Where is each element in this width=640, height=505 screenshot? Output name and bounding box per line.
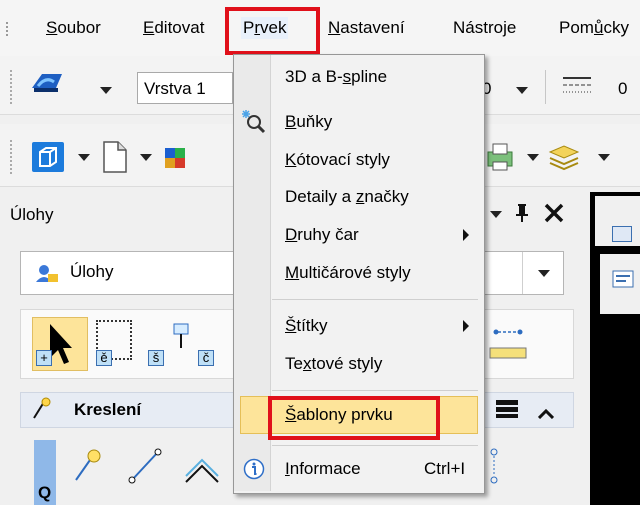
vertical-tab-letter: Q: [38, 483, 52, 502]
view-window-icon: [612, 226, 632, 242]
tasks-combo-value: Úlohy: [70, 262, 114, 281]
menu-pomucky[interactable]: Pomůcky: [557, 17, 631, 39]
line-tool-icon[interactable]: [128, 446, 164, 486]
chevron-down-icon[interactable]: [538, 270, 550, 277]
menu-item-3d-bspline[interactable]: 3D a B-spline: [285, 63, 387, 91]
menu-item-textove-styly[interactable]: Textové styly: [285, 350, 382, 378]
tool-badge: ě: [96, 350, 112, 366]
chevron-down-icon[interactable]: [100, 87, 112, 94]
menu-item-kotovaci-styly[interactable]: Kótovací styly: [285, 146, 390, 174]
close-icon[interactable]: [543, 202, 565, 224]
toolbar-grip: [10, 70, 14, 104]
prvek-highlight-box: [225, 7, 320, 55]
menu-separator: [272, 299, 478, 300]
menu-item-detaily-znacky[interactable]: Detaily a značky: [285, 183, 409, 211]
level-display-icon[interactable]: [28, 66, 68, 98]
informace-shortcut: Ctrl+I: [424, 459, 466, 478]
value-b: 0: [618, 79, 628, 98]
tasks-icon: [34, 262, 60, 284]
toolbar-divider: [545, 70, 546, 104]
drawing-tool-icon: [30, 396, 54, 422]
section-title: Kreslení: [74, 400, 142, 419]
collapse-chevron-icon[interactable]: [537, 404, 555, 420]
color-table-icon[interactable]: [163, 144, 189, 172]
multiline-tool-icon[interactable]: [184, 450, 220, 486]
menu-item-informace[interactable]: Informace: [285, 455, 361, 483]
menu-soubor[interactable]: Soubor: [44, 17, 103, 39]
toolbar-grip: [10, 140, 14, 174]
menu-icon[interactable]: [496, 399, 518, 419]
fence-icon[interactable]: [170, 322, 192, 358]
chevron-down-icon[interactable]: [527, 154, 539, 161]
bulb-tool-icon[interactable]: [70, 446, 106, 486]
menubar-grip[interactable]: [6, 22, 12, 36]
tool-badge: +: [36, 350, 52, 366]
view-tool-icon[interactable]: [612, 270, 634, 288]
submenu-arrow-icon: [463, 229, 469, 241]
layer-combo[interactable]: Vrstva 1: [137, 72, 233, 104]
combo-divider: [522, 252, 523, 294]
line-style-icon[interactable]: [561, 72, 593, 102]
printer-icon[interactable]: [484, 140, 516, 174]
dotted-tool-icon[interactable]: [488, 446, 502, 486]
info-icon: [243, 458, 265, 480]
chevron-down-icon[interactable]: [140, 154, 152, 161]
menu-item-druhy-car[interactable]: Druhy čar: [285, 221, 359, 249]
new-file-icon[interactable]: [100, 140, 130, 174]
pin-icon[interactable]: [512, 202, 532, 224]
menu-separator: [272, 390, 478, 391]
menu-separator: [272, 445, 478, 446]
sablony-highlight-box: [268, 396, 440, 440]
chevron-down-icon[interactable]: [516, 87, 528, 94]
chevron-down-icon[interactable]: [598, 154, 610, 161]
tool-badge[interactable]: š: [148, 350, 164, 366]
menu-item-multicarove-styly[interactable]: Multičárové styly: [285, 259, 411, 287]
menu-editovat[interactable]: Editovat: [141, 17, 206, 39]
menu-item-bunky[interactable]: Buňky: [285, 108, 332, 136]
cell-magnifier-icon: [240, 108, 266, 134]
chevron-down-icon[interactable]: [490, 211, 502, 218]
layers-icon[interactable]: [546, 140, 582, 174]
dimension-tool-icon[interactable]: [486, 320, 536, 368]
menu-nastaveni[interactable]: Nastavení: [326, 17, 407, 39]
cube-icon[interactable]: [30, 140, 66, 174]
submenu-arrow-icon: [463, 320, 469, 332]
menu-item-stitky[interactable]: Štítky: [285, 312, 328, 340]
menu-nastroje[interactable]: Nástroje: [451, 17, 518, 39]
tool-badge[interactable]: č: [198, 350, 214, 366]
chevron-down-icon[interactable]: [78, 154, 90, 161]
panel-title: Úlohy: [10, 205, 54, 224]
